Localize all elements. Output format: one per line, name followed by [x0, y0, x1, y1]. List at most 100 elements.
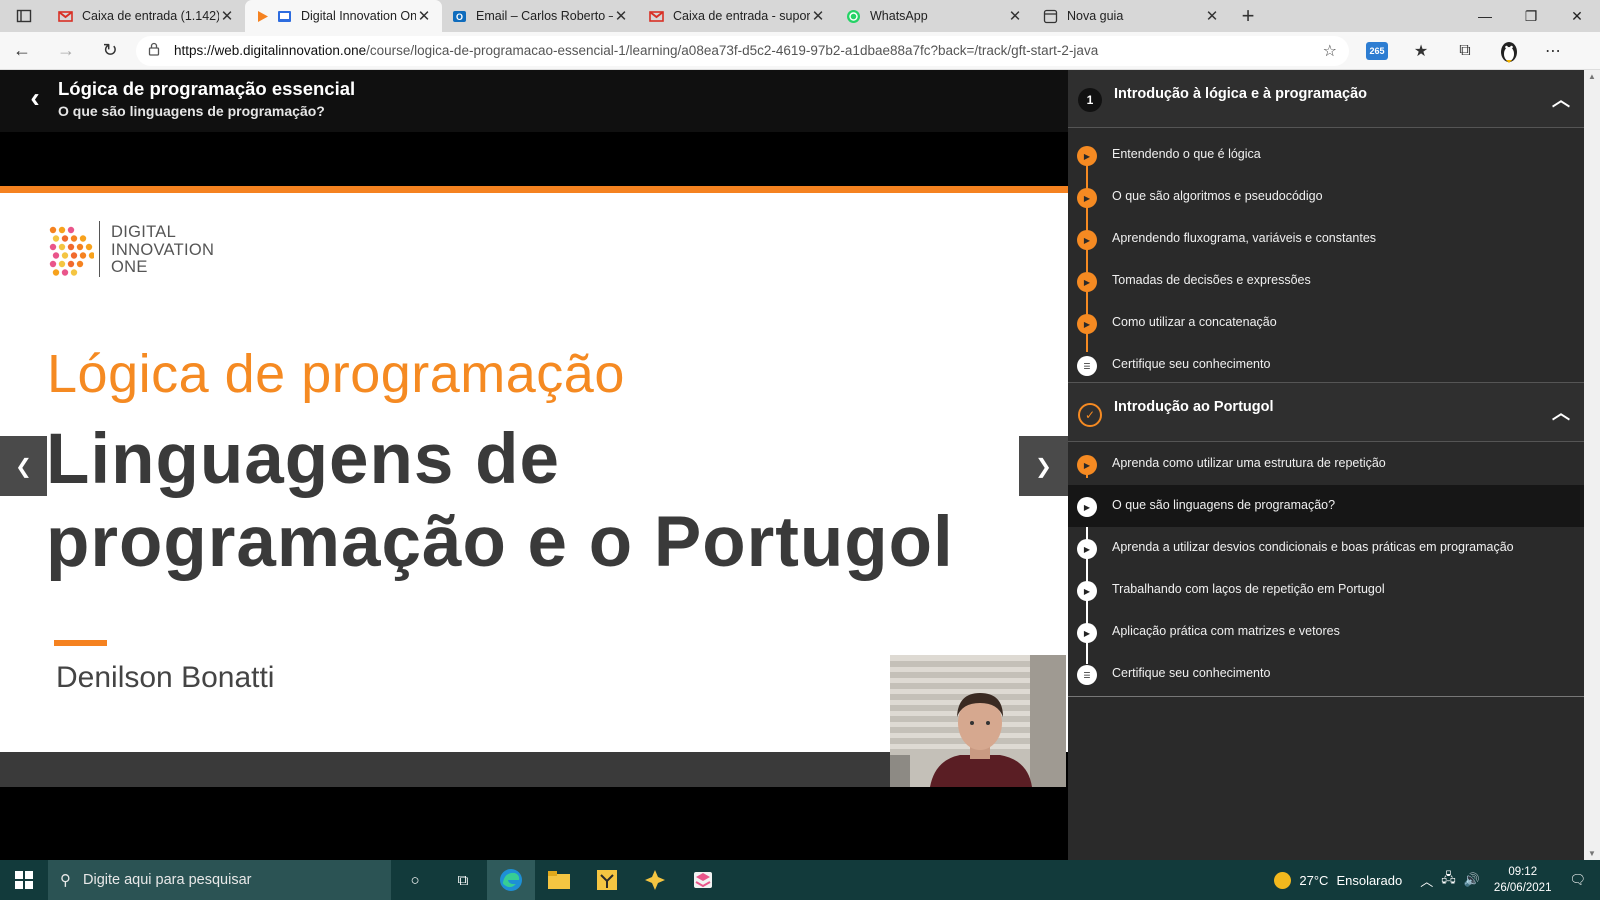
logo-dot — [52, 252, 60, 259]
close-tab-icon[interactable]: ✕ — [613, 7, 629, 25]
lesson-item[interactable]: ▶ Entendendo o que é lógica — [1068, 134, 1584, 176]
section-header-2[interactable]: ✓ Introdução ao Portugol ︿ — [1068, 382, 1584, 442]
close-window-button[interactable]: ✕ — [1554, 0, 1600, 32]
chevron-up-icon[interactable]: ︿ — [1552, 86, 1570, 112]
slide-accent-bar — [54, 640, 107, 646]
url-text: https://web.digitalinnovation.one/course… — [174, 43, 1323, 58]
extension-office[interactable]: 265 — [1359, 36, 1395, 66]
file-explorer-icon[interactable] — [535, 860, 583, 900]
logo-dot — [58, 226, 66, 234]
tab-title: Caixa de entrada - suporte@ — [673, 9, 810, 23]
profile-avatar[interactable] — [1491, 36, 1527, 66]
chevron-left-icon[interactable]: ‹ — [22, 82, 48, 113]
logo-dot — [70, 269, 78, 276]
task-view-icon[interactable]: ⧉ — [439, 860, 487, 900]
system-tray: 27°C Ensolarado ︿ 🖧 🔊 09:12 26/06/2021 🗨 — [1274, 860, 1600, 900]
logo-dot — [76, 260, 84, 268]
network-icon[interactable]: 🖧 — [1441, 869, 1456, 891]
instructor-video-frame — [890, 655, 1066, 787]
browser-tab-whatsapp[interactable]: WhatsApp ✕ — [836, 0, 1033, 32]
lesson-item[interactable]: ▶ Aprenda a utilizar desvios condicionais… — [1068, 527, 1584, 569]
logo-dot — [85, 243, 93, 251]
lesson-label: Tomadas de decisões e expressões — [1112, 273, 1311, 287]
edge-taskbar-icon[interactable] — [487, 860, 535, 900]
app-pinned-icon-2[interactable] — [631, 860, 679, 900]
lesson-item[interactable]: ▶ Trabalhando com laços de repetição em P… — [1068, 569, 1584, 611]
favorites-icon[interactable]: ★ — [1403, 36, 1439, 66]
logo-dot — [79, 252, 87, 259]
play-icon: ▶ — [1077, 581, 1097, 601]
section-header-1[interactable]: 1 Introdução à lógica e à programação ︿ — [1068, 70, 1584, 128]
lesson-item[interactable]: ▶ O que são algoritmos e pseudocódigo — [1068, 176, 1584, 218]
lesson-item[interactable]: ☰ Certifique seu conhecimento — [1068, 344, 1584, 386]
logo-dot — [61, 235, 69, 242]
minimize-button[interactable]: — — [1462, 0, 1508, 32]
volume-icon[interactable]: 🔊 — [1464, 872, 1480, 888]
browser-tab-outlook[interactable]: O Email – Carlos Roberto – Outl ✕ — [442, 0, 639, 32]
close-tab-icon[interactable]: ✕ — [1204, 7, 1220, 25]
close-tab-icon[interactable]: ✕ — [416, 7, 432, 25]
chevron-up-icon[interactable]: ︿ — [1552, 399, 1570, 425]
sidebar-divider — [1068, 696, 1584, 697]
logo-dot — [52, 235, 60, 242]
forward-button[interactable]: → — [44, 40, 88, 61]
collections-icon[interactable]: ⧉ — [1447, 36, 1483, 66]
browser-tab-gmail-1[interactable]: Caixa de entrada (1.142) - car ✕ — [48, 0, 245, 32]
logo-line: INNOVATION — [111, 240, 215, 259]
lesson-item[interactable]: ▶ Aprenda como utilizar uma estrutura de … — [1068, 443, 1584, 485]
settings-more-icon[interactable]: ⋯ — [1535, 36, 1571, 66]
taskbar-search[interactable]: ⚲ Digite aqui para pesquisar — [48, 860, 391, 900]
logo-dot — [79, 235, 87, 242]
url-path: /course/logica-de-programacao-essencial-… — [366, 43, 1099, 58]
gmail-icon — [649, 9, 664, 24]
lesson-item[interactable]: ▶ Tomadas de decisões e expressões — [1068, 260, 1584, 302]
tab-title: WhatsApp — [870, 9, 928, 23]
scroll-down-icon[interactable]: ▼ — [1584, 849, 1600, 858]
back-button[interactable]: ← — [0, 40, 44, 61]
lesson-item-active[interactable]: ▶ O que são linguagens de programação? — [1068, 485, 1584, 527]
lesson-item[interactable]: ▶ Aplicação prática com matrizes e vetore… — [1068, 611, 1584, 653]
cortana-icon[interactable]: ○ — [391, 860, 439, 900]
reload-button[interactable]: ↻ — [88, 40, 132, 61]
lesson-title: O que são linguagens de programação? — [58, 103, 325, 119]
lesson-label: O que são algoritmos e pseudocódigo — [1112, 189, 1323, 203]
slide-headline: Linguagens de — [46, 420, 560, 499]
lesson-label: Como utilizar a concatenação — [1112, 315, 1277, 329]
lock-icon — [148, 42, 160, 59]
close-tab-icon[interactable]: ✕ — [1007, 7, 1023, 25]
search-icon: ⚲ — [60, 872, 71, 889]
logo-dot — [67, 260, 75, 268]
clock[interactable]: 09:12 26/06/2021 — [1494, 864, 1552, 896]
tab-actions-button[interactable] — [0, 0, 48, 32]
weather-widget[interactable]: 27°C Ensolarado — [1274, 871, 1402, 889]
play-icon: ▶ — [1077, 455, 1097, 475]
scroll-up-icon[interactable]: ▲ — [1584, 72, 1600, 81]
start-button[interactable] — [0, 860, 48, 900]
lesson-item[interactable]: ☰ Certifique seu conhecimento — [1068, 653, 1584, 695]
new-tab-button[interactable]: + — [1230, 0, 1266, 32]
logo-dot — [49, 260, 57, 268]
lesson-item[interactable]: ▶ Aprendendo fluxograma, variáveis e cons… — [1068, 218, 1584, 260]
tab-title: Nova guia — [1067, 9, 1124, 23]
whatsapp-icon — [846, 9, 861, 24]
video-lower-band — [0, 752, 890, 787]
browser-tab-gmail-2[interactable]: Caixa de entrada - suporte@ ✕ — [639, 0, 836, 32]
browser-tab-dio[interactable]: Digital Innovation One ✕ — [245, 0, 442, 32]
chevron-up-icon[interactable]: ︿ — [1420, 871, 1433, 890]
lesson-item[interactable]: ▶ Como utilizar a concatenação — [1068, 302, 1584, 344]
previous-lesson-button[interactable]: ❮ — [0, 436, 47, 496]
logo-dot — [70, 235, 78, 242]
app-pinned-icon-3[interactable] — [679, 860, 727, 900]
close-tab-icon[interactable]: ✕ — [219, 7, 235, 25]
add-favorite-icon[interactable]: ☆ — [1323, 41, 1337, 61]
next-lesson-button[interactable]: ❯ — [1019, 436, 1068, 496]
browser-tab-newtab[interactable]: Nova guia ✕ — [1033, 0, 1230, 32]
page-scrollbar[interactable]: ▲ ▼ — [1584, 70, 1600, 860]
app-pinned-icon-1[interactable] — [583, 860, 631, 900]
restore-button[interactable]: ❐ — [1508, 0, 1554, 32]
notification-icon[interactable]: 🗨 — [1569, 872, 1586, 888]
address-bar[interactable]: https://web.digitalinnovation.one/course… — [136, 35, 1349, 66]
close-tab-icon[interactable]: ✕ — [810, 7, 826, 25]
logo-dot — [88, 252, 94, 259]
windows-logo-icon — [15, 871, 33, 889]
